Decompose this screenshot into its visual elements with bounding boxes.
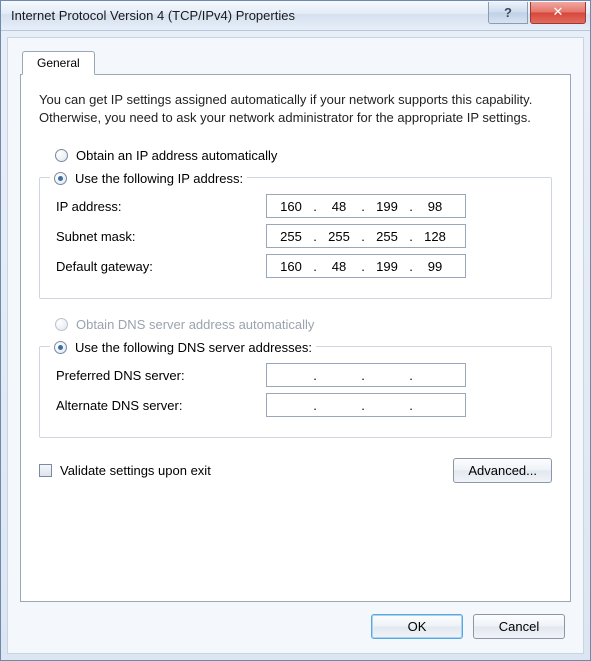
default-gateway-label: Default gateway: <box>56 259 266 274</box>
tabstrip: General <box>20 51 571 75</box>
ip-address-label: IP address: <box>56 199 266 214</box>
preferred-dns-label: Preferred DNS server: <box>56 368 266 383</box>
radio-icon <box>55 149 68 162</box>
radio-dns-manual[interactable]: Use the following DNS server addresses: <box>50 340 316 355</box>
radio-icon <box>55 318 68 331</box>
ok-button[interactable]: OK <box>371 614 463 639</box>
gw-oct3[interactable]: 199 <box>367 259 407 274</box>
radio-ip-manual[interactable]: Use the following IP address: <box>50 171 247 186</box>
field-alternate-dns: Alternate DNS server: . . . <box>56 393 535 417</box>
ip-oct4[interactable]: 98 <box>415 199 455 214</box>
cancel-button[interactable]: Cancel <box>473 614 565 639</box>
help-button[interactable]: ? <box>488 2 528 24</box>
help-icon: ? <box>504 5 512 20</box>
dialog-footer: OK Cancel <box>20 602 571 641</box>
mask-oct2[interactable]: 255 <box>319 229 359 244</box>
gw-oct4[interactable]: 99 <box>415 259 455 274</box>
ip-address-input[interactable]: 160. 48. 199. 98 <box>266 194 466 218</box>
dialog-window: Internet Protocol Version 4 (TCP/IPv4) P… <box>0 0 591 661</box>
field-preferred-dns: Preferred DNS server: . . . <box>56 363 535 387</box>
ip-manual-group: Use the following IP address: IP address… <box>39 177 552 299</box>
validate-label: Validate settings upon exit <box>60 463 211 478</box>
advanced-button[interactable]: Advanced... <box>453 458 552 483</box>
intro-text: You can get IP settings assigned automat… <box>39 91 552 126</box>
ip-oct1[interactable]: 160 <box>271 199 311 214</box>
mask-oct1[interactable]: 255 <box>271 229 311 244</box>
checkbox-icon <box>39 464 52 477</box>
default-gateway-input[interactable]: 160. 48. 199. 99 <box>266 254 466 278</box>
radio-icon <box>54 172 67 185</box>
validate-checkbox[interactable]: Validate settings upon exit <box>39 463 211 478</box>
alternate-dns-label: Alternate DNS server: <box>56 398 266 413</box>
radio-ip-auto[interactable]: Obtain an IP address automatically <box>55 148 544 163</box>
radio-ip-auto-label: Obtain an IP address automatically <box>76 148 277 163</box>
titlebar: Internet Protocol Version 4 (TCP/IPv4) P… <box>1 1 590 31</box>
radio-dns-auto-label: Obtain DNS server address automatically <box>76 317 314 332</box>
radio-dns-manual-label: Use the following DNS server addresses: <box>75 340 312 355</box>
field-default-gateway: Default gateway: 160. 48. 199. 99 <box>56 254 535 278</box>
field-subnet-mask: Subnet mask: 255. 255. 255. 128 <box>56 224 535 248</box>
radio-ip-manual-label: Use the following IP address: <box>75 171 243 186</box>
bottom-row: Validate settings upon exit Advanced... <box>39 458 552 483</box>
field-ip-address: IP address: 160. 48. 199. 98 <box>56 194 535 218</box>
close-button[interactable]: ✕ <box>530 2 586 24</box>
window-title: Internet Protocol Version 4 (TCP/IPv4) P… <box>11 8 488 23</box>
tab-general[interactable]: General <box>22 51 95 75</box>
mask-oct4[interactable]: 128 <box>415 229 455 244</box>
gw-oct1[interactable]: 160 <box>271 259 311 274</box>
preferred-dns-input[interactable]: . . . <box>266 363 466 387</box>
radio-icon <box>54 341 67 354</box>
ip-oct3[interactable]: 199 <box>367 199 407 214</box>
close-icon: ✕ <box>553 4 564 20</box>
dns-manual-group: Use the following DNS server addresses: … <box>39 346 552 438</box>
alternate-dns-input[interactable]: . . . <box>266 393 466 417</box>
mask-oct3[interactable]: 255 <box>367 229 407 244</box>
tabpage-general: You can get IP settings assigned automat… <box>20 74 571 602</box>
gw-oct2[interactable]: 48 <box>319 259 359 274</box>
subnet-mask-input[interactable]: 255. 255. 255. 128 <box>266 224 466 248</box>
client-area: General You can get IP settings assigned… <box>7 37 584 654</box>
ip-oct2[interactable]: 48 <box>319 199 359 214</box>
subnet-mask-label: Subnet mask: <box>56 229 266 244</box>
radio-dns-auto: Obtain DNS server address automatically <box>55 317 544 332</box>
